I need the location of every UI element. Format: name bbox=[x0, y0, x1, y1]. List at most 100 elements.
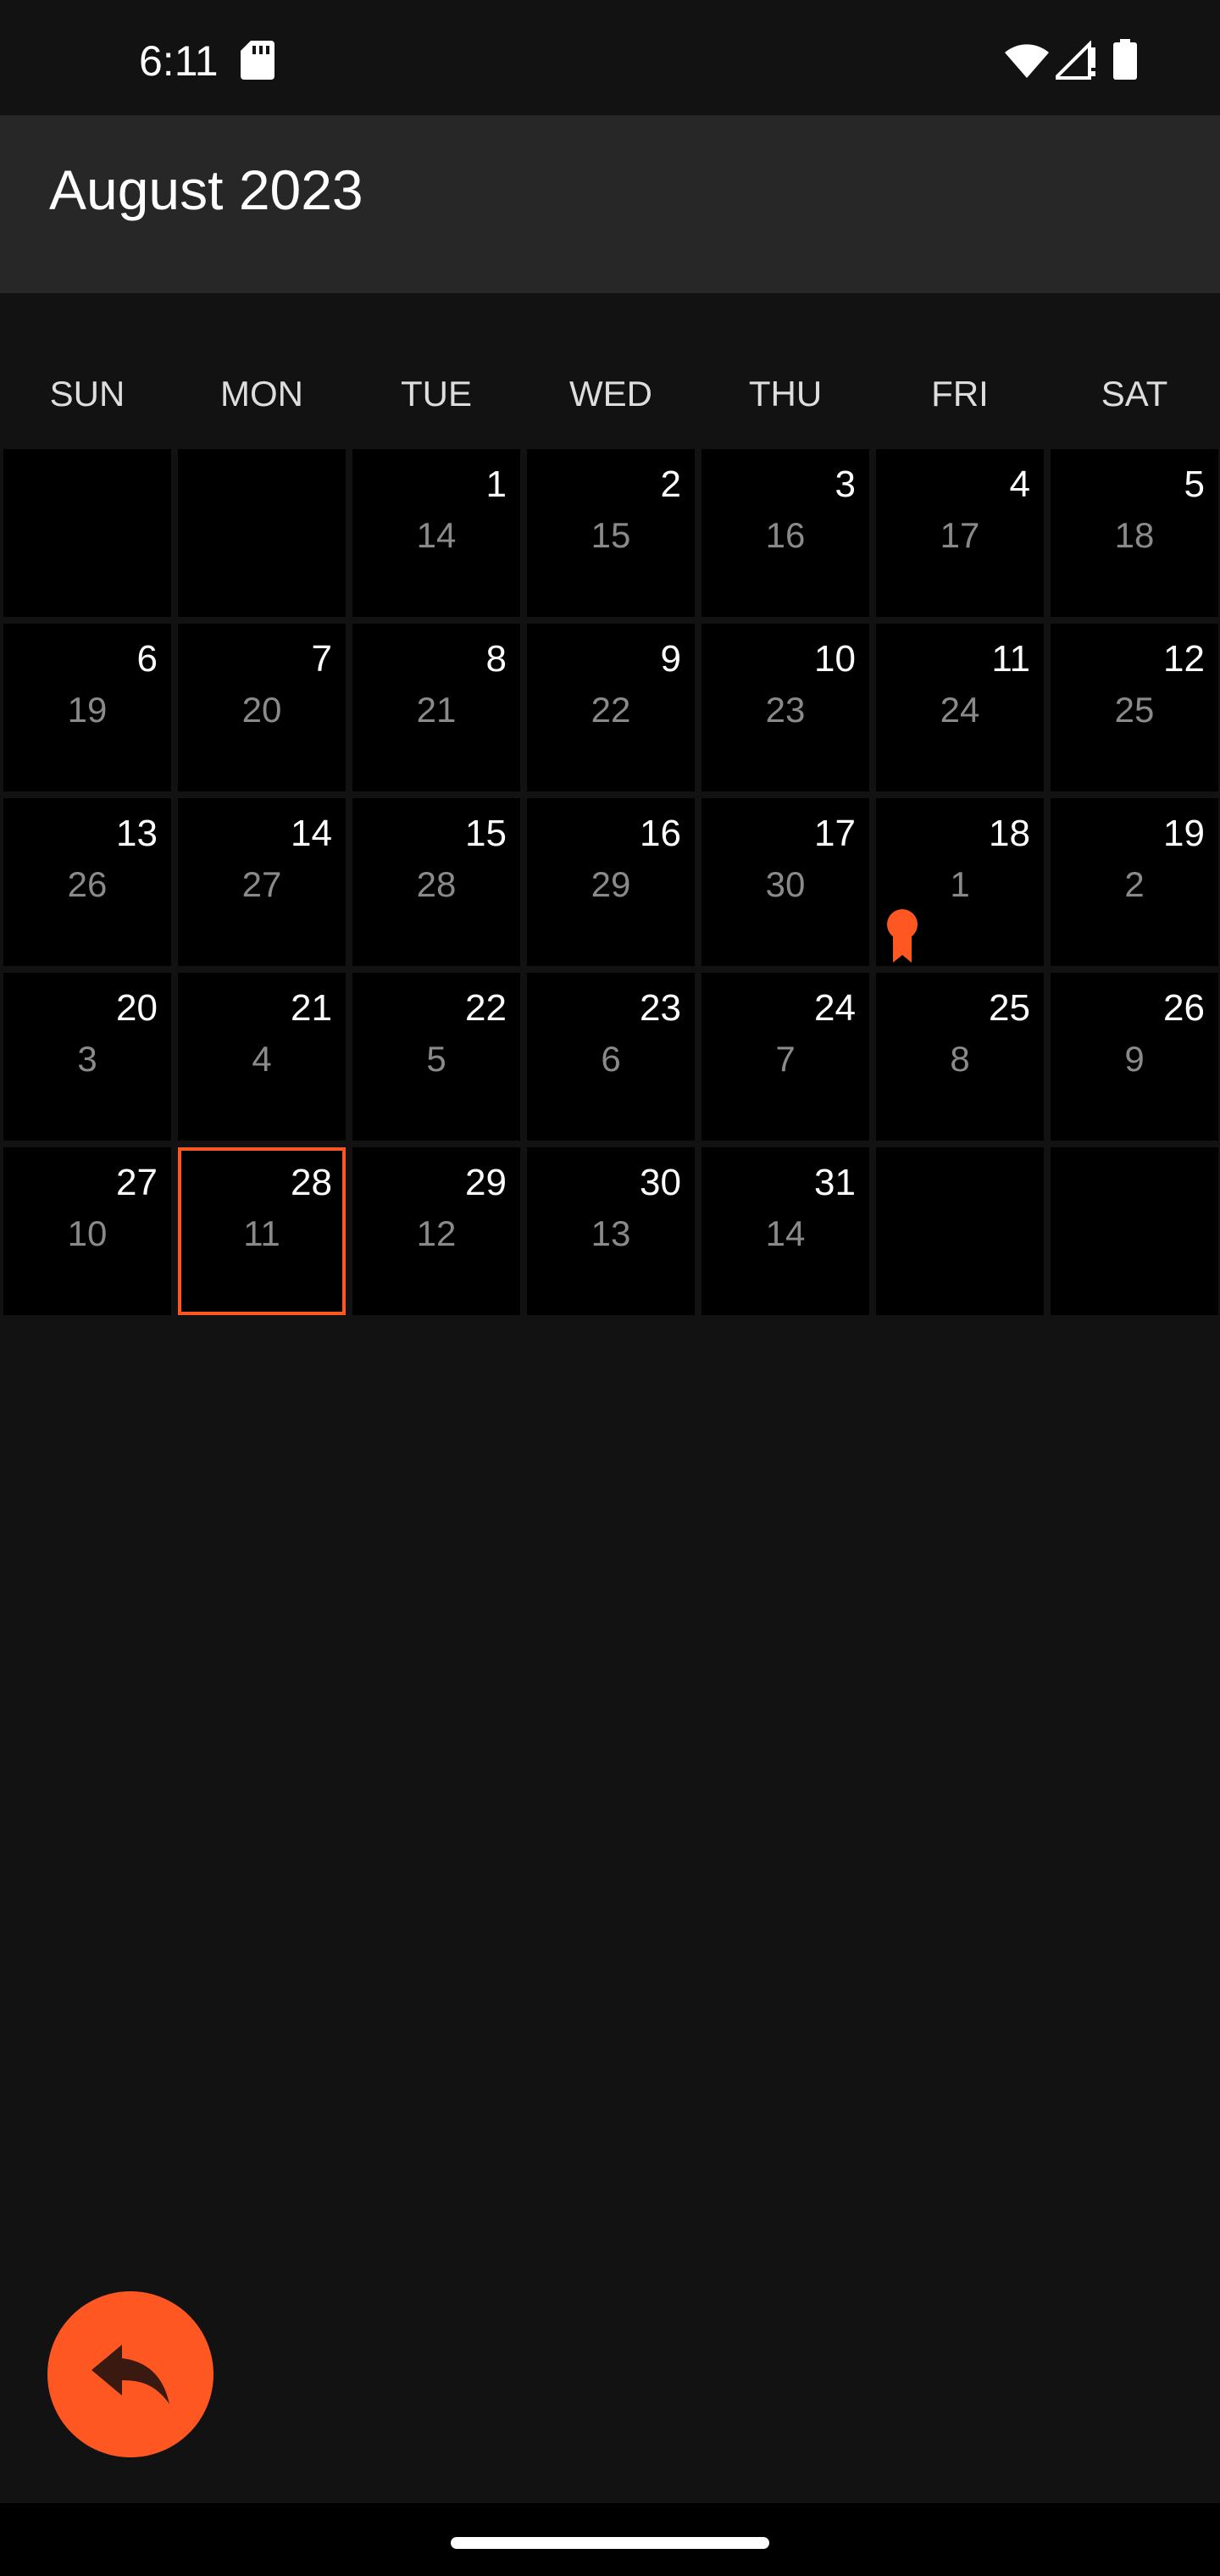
day-cell-23[interactable]: 23 6 bbox=[527, 973, 695, 1141]
day-cell-19[interactable]: 19 2 bbox=[1051, 798, 1218, 966]
day-cell-27[interactable]: 27 10 bbox=[3, 1147, 171, 1315]
status-bar: 6:11 bbox=[0, 0, 1220, 115]
empty-day-cell bbox=[178, 449, 346, 617]
day-number: 15 bbox=[465, 813, 507, 854]
day-number: 18 bbox=[989, 813, 1030, 854]
wifi-icon bbox=[1005, 44, 1049, 78]
day-cell-21[interactable]: 21 4 bbox=[178, 973, 346, 1141]
lunar-day-number: 14 bbox=[765, 1213, 806, 1253]
day-cell-10[interactable]: 10 23 bbox=[702, 624, 869, 791]
day-cell-25[interactable]: 25 8 bbox=[876, 973, 1044, 1141]
day-cell-13[interactable]: 13 26 bbox=[3, 798, 171, 966]
lunar-day-number: 3 bbox=[77, 1039, 97, 1079]
day-cell-3[interactable]: 3 16 bbox=[702, 449, 869, 617]
day-number: 30 bbox=[640, 1162, 681, 1203]
day-number: 16 bbox=[640, 813, 681, 854]
empty-day-cell bbox=[3, 449, 171, 617]
day-number: 19 bbox=[1163, 813, 1205, 854]
day-number: 6 bbox=[136, 638, 158, 680]
day-number: 23 bbox=[640, 987, 681, 1029]
lunar-day-number: 4 bbox=[252, 1039, 272, 1079]
lunar-day-number: 9 bbox=[1124, 1039, 1145, 1079]
lunar-day-number: 24 bbox=[940, 690, 980, 730]
sd-card-icon bbox=[241, 41, 274, 80]
lunar-day-number: 18 bbox=[1114, 515, 1155, 555]
weekday-fri: FRI bbox=[931, 374, 989, 414]
lunar-day-number: 28 bbox=[416, 864, 457, 904]
weekday-mon: MON bbox=[220, 374, 303, 414]
lunar-day-number: 23 bbox=[765, 690, 806, 730]
day-cell-1[interactable]: 1 14 bbox=[352, 449, 520, 617]
day-number: 3 bbox=[835, 464, 856, 505]
day-number: 25 bbox=[989, 987, 1030, 1029]
lunar-day-number: 26 bbox=[67, 864, 108, 904]
day-number: 24 bbox=[814, 987, 856, 1029]
day-cell-4[interactable]: 4 17 bbox=[876, 449, 1044, 617]
lunar-day-number: 16 bbox=[765, 515, 806, 555]
status-time: 6:11 bbox=[139, 37, 219, 85]
day-number: 1 bbox=[485, 464, 507, 505]
day-cell-5[interactable]: 5 18 bbox=[1051, 449, 1218, 617]
lunar-day-number: 10 bbox=[67, 1213, 108, 1253]
day-cell-26[interactable]: 26 9 bbox=[1051, 973, 1218, 1141]
day-cell-31[interactable]: 31 14 bbox=[702, 1147, 869, 1315]
day-cell-20[interactable]: 20 3 bbox=[3, 973, 171, 1141]
day-cell-11[interactable]: 11 24 bbox=[876, 624, 1044, 791]
weekday-sun: SUN bbox=[49, 374, 125, 414]
day-cell-24[interactable]: 24 7 bbox=[702, 973, 869, 1141]
lunar-day-number: 25 bbox=[1114, 690, 1155, 730]
award-ribbon-icon bbox=[887, 909, 918, 963]
calendar-grid: 1 14 2 15 3 16 4 17 5 18 6 19 7 20 8 21 9 22 10 23 11 24 12 25 1… bbox=[0, 449, 1220, 1319]
day-cell-30[interactable]: 30 13 bbox=[527, 1147, 695, 1315]
lunar-day-number: 20 bbox=[241, 690, 282, 730]
day-cell-2[interactable]: 2 15 bbox=[527, 449, 695, 617]
day-number: 4 bbox=[1009, 464, 1030, 505]
day-cell-14[interactable]: 14 27 bbox=[178, 798, 346, 966]
day-number: 2 bbox=[660, 464, 681, 505]
lunar-day-number: 30 bbox=[765, 864, 806, 904]
day-cell-6[interactable]: 6 19 bbox=[3, 624, 171, 791]
day-number: 9 bbox=[660, 638, 681, 680]
day-cell-22[interactable]: 22 5 bbox=[352, 973, 520, 1141]
weekday-wed: WED bbox=[569, 374, 652, 414]
day-cell-17[interactable]: 17 30 bbox=[702, 798, 869, 966]
day-cell-7[interactable]: 7 20 bbox=[178, 624, 346, 791]
day-number: 5 bbox=[1184, 464, 1205, 505]
back-to-today-button[interactable] bbox=[47, 2291, 214, 2457]
month-title[interactable]: August 2023 bbox=[49, 149, 363, 230]
day-cell-15[interactable]: 15 28 bbox=[352, 798, 520, 966]
day-number: 26 bbox=[1163, 987, 1205, 1029]
day-cell-8[interactable]: 8 21 bbox=[352, 624, 520, 791]
empty-day-cell bbox=[1051, 1147, 1218, 1315]
signal-icon bbox=[1056, 41, 1095, 80]
home-gesture-handle[interactable] bbox=[451, 2537, 769, 2549]
lunar-day-number: 27 bbox=[241, 864, 282, 904]
day-number: 11 bbox=[991, 638, 1030, 680]
day-number: 12 bbox=[1163, 638, 1205, 680]
lunar-day-number: 15 bbox=[591, 515, 631, 555]
lunar-day-number: 8 bbox=[950, 1039, 970, 1079]
weekday-thu: THU bbox=[748, 374, 823, 414]
day-number: 22 bbox=[465, 987, 507, 1029]
day-number: 13 bbox=[116, 813, 158, 854]
day-cell-28[interactable]: 28 11 bbox=[178, 1147, 346, 1315]
lunar-day-number: 14 bbox=[416, 515, 457, 555]
day-cell-18[interactable]: 18 1 bbox=[876, 798, 1044, 966]
day-cell-16[interactable]: 16 29 bbox=[527, 798, 695, 966]
day-number: 27 bbox=[116, 1162, 158, 1203]
day-number: 31 bbox=[814, 1162, 856, 1203]
weekday-sat: SAT bbox=[1101, 374, 1168, 414]
lunar-day-number: 5 bbox=[426, 1039, 446, 1079]
navigation-bar bbox=[0, 2503, 1220, 2576]
lunar-day-number: 7 bbox=[775, 1039, 796, 1079]
battery-icon bbox=[1113, 39, 1137, 80]
day-number: 29 bbox=[465, 1162, 507, 1203]
day-number: 17 bbox=[814, 813, 856, 854]
day-cell-12[interactable]: 12 25 bbox=[1051, 624, 1218, 791]
lunar-day-number: 21 bbox=[416, 690, 457, 730]
weekday-tue: TUE bbox=[401, 374, 472, 414]
day-cell-29[interactable]: 29 12 bbox=[352, 1147, 520, 1315]
day-cell-9[interactable]: 9 22 bbox=[527, 624, 695, 791]
day-number: 8 bbox=[485, 638, 507, 680]
weekday-header: SUN MON TUE WED THU FRI SAT bbox=[0, 364, 1220, 424]
